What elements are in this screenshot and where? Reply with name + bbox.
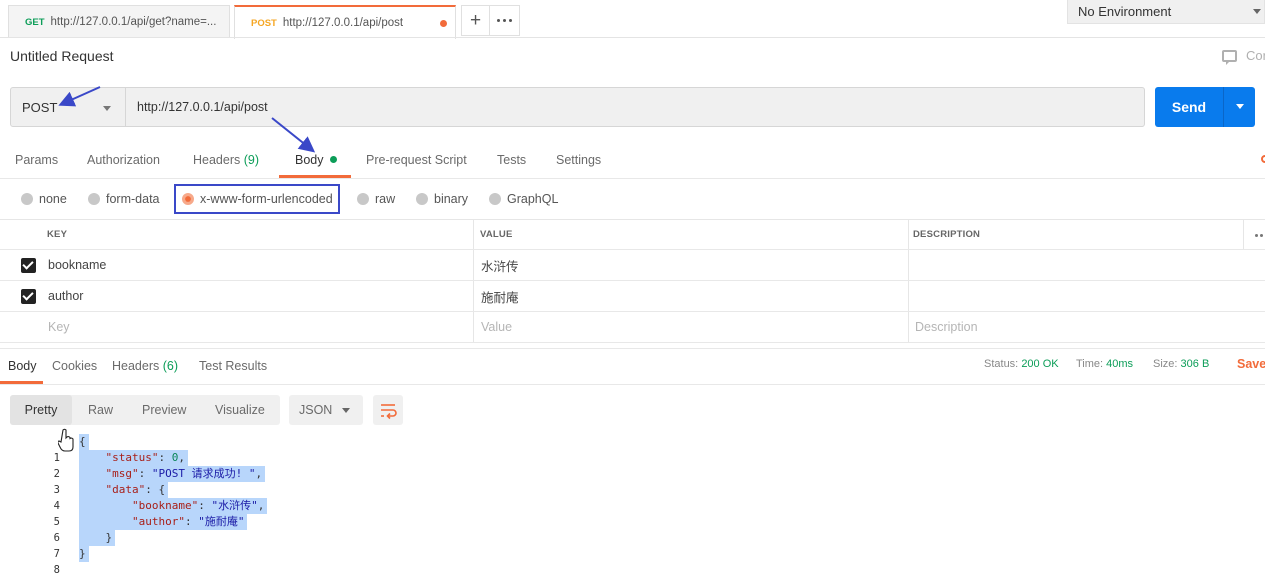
status-value: 200 OK xyxy=(1021,358,1059,370)
param-key[interactable]: author xyxy=(48,281,83,311)
chevron-down-icon xyxy=(103,106,111,111)
tab-url: http://127.0.0.1/api/post xyxy=(282,17,404,29)
request-title[interactable]: Untitled Request xyxy=(10,48,114,64)
chevron-down-icon xyxy=(342,408,350,413)
param-key[interactable]: bookname xyxy=(48,250,106,280)
key-placeholder-input[interactable]: Key xyxy=(48,312,70,342)
response-tab-body[interactable]: Body xyxy=(8,359,37,373)
row-enabled-checkbox[interactable] xyxy=(21,289,36,304)
request-sub-tabs: Params Authorization Headers (9) Body Pr… xyxy=(0,140,1265,179)
tab-headers[interactable]: Headers (9) xyxy=(193,153,259,167)
column-header-key: KEY xyxy=(47,229,68,240)
tab-pre-request-script[interactable]: Pre-request Script xyxy=(366,153,467,167)
radio-graphql[interactable]: GraphQL xyxy=(489,192,558,206)
send-options-chevron-icon[interactable] xyxy=(1223,87,1255,127)
code-line: 5 "bookname": "水浒传", xyxy=(0,498,700,528)
method-label: POST xyxy=(22,99,58,115)
row-enabled-checkbox[interactable] xyxy=(21,258,36,273)
param-value[interactable]: 施耐庵 xyxy=(481,281,519,311)
code-line: 2 "status": 0, xyxy=(0,450,700,480)
radio-circle-icon xyxy=(489,193,501,205)
response-headers-count: (6) xyxy=(162,359,179,373)
response-tab-test-results[interactable]: Test Results xyxy=(199,359,267,373)
tab-authorization[interactable]: Authorization xyxy=(87,153,160,167)
body-active-dot-icon xyxy=(329,156,337,163)
table-options-icon[interactable] xyxy=(1255,234,1265,237)
response-format-select[interactable]: JSON xyxy=(289,395,363,425)
view-preview-button[interactable]: Preview xyxy=(142,395,186,425)
time-meta: Time: 40ms xyxy=(1076,358,1134,370)
tab-body-label: Body xyxy=(295,153,324,167)
method-select[interactable]: POST xyxy=(10,87,126,127)
status-meta: Status: 200 OK xyxy=(984,358,1059,370)
tab-method-get: GET xyxy=(25,16,45,28)
code-line: 6 "author": "施耐庵" xyxy=(0,514,700,544)
new-tab-plus-icon[interactable]: + xyxy=(461,5,490,36)
send-button[interactable]: Send xyxy=(1155,87,1223,127)
view-visualize-button[interactable]: Visualize xyxy=(215,395,265,425)
response-tab-cookies[interactable]: Cookies xyxy=(52,359,97,373)
save-response-button[interactable]: Save xyxy=(1237,357,1265,371)
table-row: author 施耐庵 xyxy=(0,281,1265,312)
environment-label: No Environment xyxy=(1078,4,1172,19)
radio-circle-icon xyxy=(416,193,428,205)
response-view-toggle: Pretty Raw Preview Visualize xyxy=(10,395,280,425)
tab-settings[interactable]: Settings xyxy=(556,153,601,167)
tab-body[interactable]: Body xyxy=(295,153,337,167)
url-input[interactable] xyxy=(125,87,1145,127)
comments-button[interactable]: Cor xyxy=(1222,48,1265,65)
view-raw-button[interactable]: Raw xyxy=(88,395,113,425)
unsaved-dot-icon xyxy=(440,19,447,27)
tab-params[interactable]: Params xyxy=(15,153,58,167)
wrap-lines-icon[interactable] xyxy=(373,395,403,425)
params-table: KEY VALUE DESCRIPTION bookname 水浒传 autho… xyxy=(0,219,1265,343)
response-headers-label: Headers xyxy=(112,359,160,373)
description-placeholder-input[interactable]: Description xyxy=(915,312,978,342)
comment-icon xyxy=(1222,49,1237,65)
size-meta: Size: 306 B xyxy=(1153,358,1210,370)
code-line: 4 "data": { xyxy=(0,482,700,512)
radio-binary[interactable]: binary xyxy=(416,192,468,206)
time-value: 40ms xyxy=(1106,358,1134,370)
view-pretty-button[interactable]: Pretty xyxy=(10,395,72,425)
table-row: bookname 水浒传 xyxy=(0,250,1265,281)
value-placeholder-input[interactable]: Value xyxy=(481,312,512,342)
response-code-view[interactable]: 1 { 2 "status": 0, 3 "msg": "POST 请求成功! … xyxy=(0,434,700,576)
tab-url: http://127.0.0.1/api/get?name=... xyxy=(50,16,217,28)
tab-post-request[interactable]: POST http://127.0.0.1/api/post xyxy=(234,5,456,39)
hand-cursor-icon xyxy=(58,428,74,452)
code-line: 1 { xyxy=(0,434,700,464)
environment-select[interactable]: No Environment xyxy=(1067,0,1265,24)
radio-circle-icon xyxy=(357,193,369,205)
response-tab-headers[interactable]: Headers (6) xyxy=(112,359,178,373)
radio-form-data[interactable]: form-data xyxy=(88,192,160,206)
radio-circle-icon xyxy=(21,193,33,205)
column-header-description: DESCRIPTION xyxy=(913,229,981,240)
format-label: JSON xyxy=(299,403,333,417)
chevron-down-icon xyxy=(1253,9,1261,14)
headers-count: (9) xyxy=(243,153,260,167)
code-line: 7 } xyxy=(0,530,700,560)
param-value[interactable]: 水浒传 xyxy=(481,250,519,280)
radio-raw[interactable]: raw xyxy=(357,192,395,206)
size-value: 306 B xyxy=(1180,358,1210,370)
request-tab-bar: GET http://127.0.0.1/api/get?name=... PO… xyxy=(0,0,1265,39)
tab-get-request[interactable]: GET http://127.0.0.1/api/get?name=... xyxy=(8,5,230,38)
code-line: 8 } xyxy=(0,546,700,576)
annotation-highlight-box xyxy=(174,184,340,214)
column-header-value: VALUE xyxy=(480,229,513,240)
cookies-icon[interactable] xyxy=(1261,155,1265,163)
radio-none[interactable]: none xyxy=(21,192,67,206)
code-line: 3 "msg": "POST 请求成功! ", xyxy=(0,466,700,496)
tab-tests[interactable]: Tests xyxy=(497,153,526,167)
table-header-row: KEY VALUE DESCRIPTION xyxy=(0,219,1265,250)
tab-method-post: POST xyxy=(251,17,277,29)
tab-headers-label: Headers xyxy=(193,153,241,167)
table-row-new: Key Value Description xyxy=(0,312,1265,343)
comments-label: Cor xyxy=(1246,48,1265,63)
radio-circle-icon xyxy=(88,193,100,205)
more-tabs-icon[interactable] xyxy=(490,5,520,36)
